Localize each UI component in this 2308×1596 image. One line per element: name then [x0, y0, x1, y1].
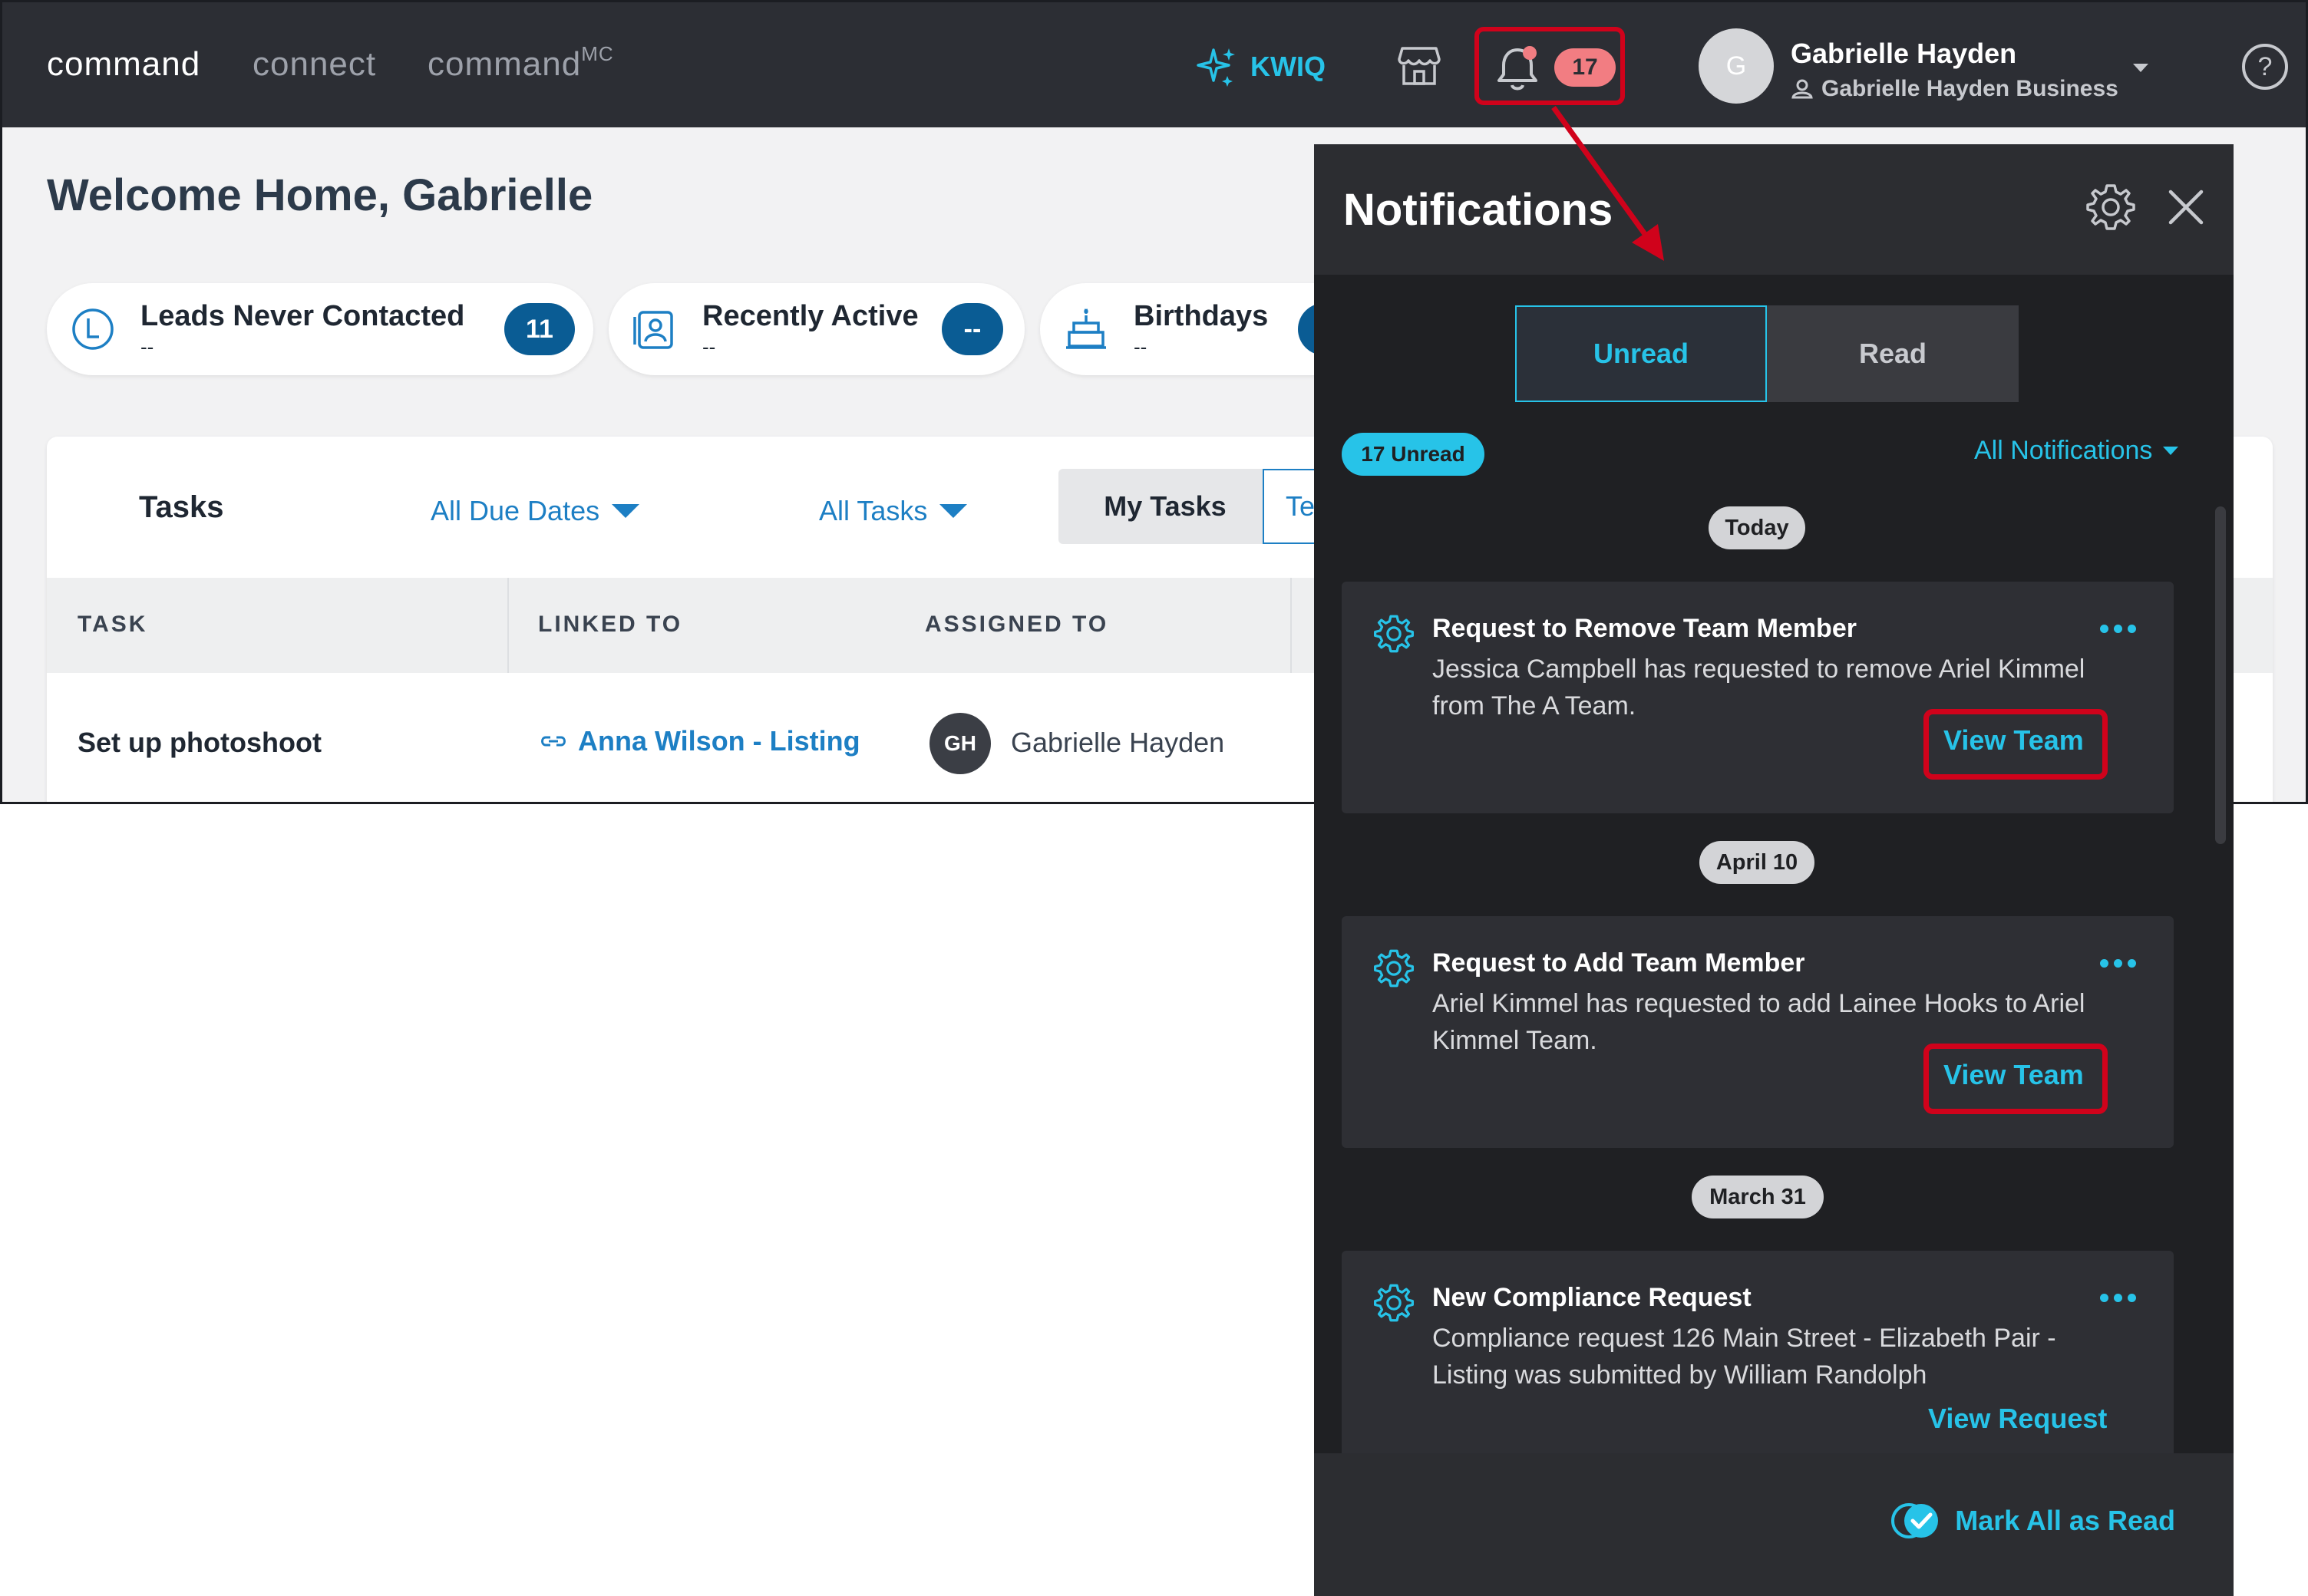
notification-card[interactable]: Request to Remove Team Member Jessica Ca… [1342, 582, 2174, 813]
gear-icon [1374, 949, 1414, 988]
notification-title: New Compliance Request [1432, 1283, 1752, 1312]
sparkle-icon [1197, 48, 1235, 87]
tab-read[interactable]: Read [1767, 305, 2019, 402]
linked-record-label: Anna Wilson - Listing [578, 725, 860, 757]
more-icon[interactable] [2100, 1294, 2141, 1302]
contact-card-icon [633, 311, 673, 349]
store-button[interactable] [1398, 45, 1441, 91]
more-icon[interactable] [2100, 959, 2141, 968]
user-avatar[interactable]: G [1699, 28, 1774, 104]
screenshot-stage: command connect commandMC KWIQ 17 G Gabr… [0, 0, 2308, 1596]
unread-count-badge: 17 Unread [1342, 433, 1484, 476]
caret-down-icon [939, 504, 968, 518]
notification-type-filter-label: All Notifications [1974, 436, 2153, 465]
mark-all-read-label: Mark All as Read [1955, 1505, 2175, 1536]
stat-sub: -- [1134, 335, 1147, 358]
page-title: Welcome Home, Gabrielle [47, 170, 593, 220]
drawer-header: Notifications [1314, 144, 2234, 275]
caret-down-icon [612, 504, 640, 518]
view-request-button[interactable]: View Request [1928, 1403, 2107, 1435]
nav-command-mc-sup: MC [581, 42, 614, 65]
filter-due-dates[interactable]: All Due Dates [431, 495, 640, 527]
date-separator: April 10 [1699, 841, 1814, 884]
user-business-label: Gabrielle Hayden Business [1821, 76, 2118, 101]
task-assignee: Gabrielle Hayden [1011, 727, 1225, 758]
notification-title: Request to Remove Team Member [1432, 614, 1857, 643]
user-business[interactable]: Gabrielle Hayden Business [1791, 76, 2118, 102]
assignee-avatar: GH [929, 713, 991, 774]
notification-card[interactable]: New Compliance Request Compliance reques… [1342, 1251, 2174, 1466]
close-icon[interactable] [2161, 183, 2211, 232]
notification-body: Compliance request 126 Main Street - Eli… [1432, 1324, 2056, 1390]
nav-command[interactable]: command [47, 45, 200, 84]
stat-label: Leads Never Contacted [140, 300, 465, 332]
clock-icon [72, 308, 114, 350]
help-icon[interactable]: ? [2242, 44, 2288, 90]
caret-down-icon[interactable] [2133, 64, 2148, 72]
cake-icon [1066, 308, 1106, 349]
kwiq-label: KWIQ [1250, 51, 1326, 82]
filter-all-tasks-label: All Tasks [819, 495, 928, 526]
store-icon [1398, 47, 1441, 85]
gear-icon[interactable] [2086, 183, 2135, 232]
column-header-task[interactable]: TASK [78, 612, 147, 638]
stat-label: Birthdays [1134, 300, 1269, 332]
highlight-box [1923, 1044, 2108, 1114]
read-filter-tabs: Unread Read [1515, 305, 2019, 402]
scrollbar[interactable] [2215, 506, 2226, 844]
drawer-footer: Mark All as Read [1314, 1453, 2234, 1596]
stat-count-badge: 11 [504, 303, 575, 355]
top-navigation-bar: command connect commandMC KWIQ 17 G Gabr… [2, 2, 2306, 127]
bell-icon [1497, 46, 1537, 91]
gear-icon [1374, 615, 1414, 653]
gear-icon [1374, 1284, 1414, 1322]
highlight-box [1923, 709, 2108, 780]
business-icon [1791, 79, 1813, 99]
drawer-title: Notifications [1343, 185, 1613, 235]
stat-label: Recently Active [702, 300, 919, 332]
notification-card[interactable]: Request to Add Team Member Ariel Kimmel … [1342, 916, 2174, 1148]
mark-all-read-button[interactable]: Mark All as Read [1890, 1501, 2175, 1541]
task-name[interactable]: Set up photoshoot [78, 727, 322, 759]
date-separator: Today [1709, 506, 1805, 549]
linked-record-link[interactable]: Anna Wilson - Listing [538, 725, 860, 757]
stat-recently-active[interactable]: Recently Active -- -- [609, 283, 1025, 375]
notification-title: Request to Add Team Member [1432, 948, 1805, 978]
stat-sub: -- [702, 335, 716, 358]
notification-count-badge: 17 [1554, 48, 1616, 87]
check-circle-icon [1891, 1503, 1939, 1538]
column-header-linked-to[interactable]: LINKED TO [538, 612, 682, 638]
user-name[interactable]: Gabrielle Hayden [1791, 38, 2016, 70]
link-icon [541, 736, 566, 747]
tab-unread[interactable]: Unread [1515, 305, 1767, 402]
caret-down-icon [2163, 447, 2179, 455]
tab-my-tasks[interactable]: My Tasks [1058, 469, 1272, 544]
filter-all-tasks[interactable]: All Tasks [819, 495, 968, 527]
filter-due-dates-label: All Due Dates [431, 495, 600, 526]
stat-count-badge: -- [942, 303, 1003, 355]
notification-type-filter[interactable]: All Notifications [1974, 436, 2179, 466]
tasks-title: Tasks [139, 490, 224, 524]
stat-sub: -- [140, 335, 154, 358]
stat-leads-never-contacted[interactable]: Leads Never Contacted -- 11 [47, 283, 593, 375]
nav-command-mc-label: command [428, 45, 582, 83]
notifications-drawer: Notifications Unread Read 17 Unread All … [1314, 144, 2234, 1596]
column-header-assigned-to[interactable]: ASSIGNED TO [925, 612, 1108, 638]
date-separator: March 31 [1692, 1176, 1824, 1218]
nav-command-mc[interactable]: commandMC [428, 42, 614, 84]
nav-connect[interactable]: connect [253, 45, 376, 84]
kwiq-button[interactable]: KWIQ [1197, 45, 1326, 88]
notifications-button-highlight[interactable]: 17 [1474, 27, 1625, 105]
more-icon[interactable] [2100, 625, 2141, 633]
